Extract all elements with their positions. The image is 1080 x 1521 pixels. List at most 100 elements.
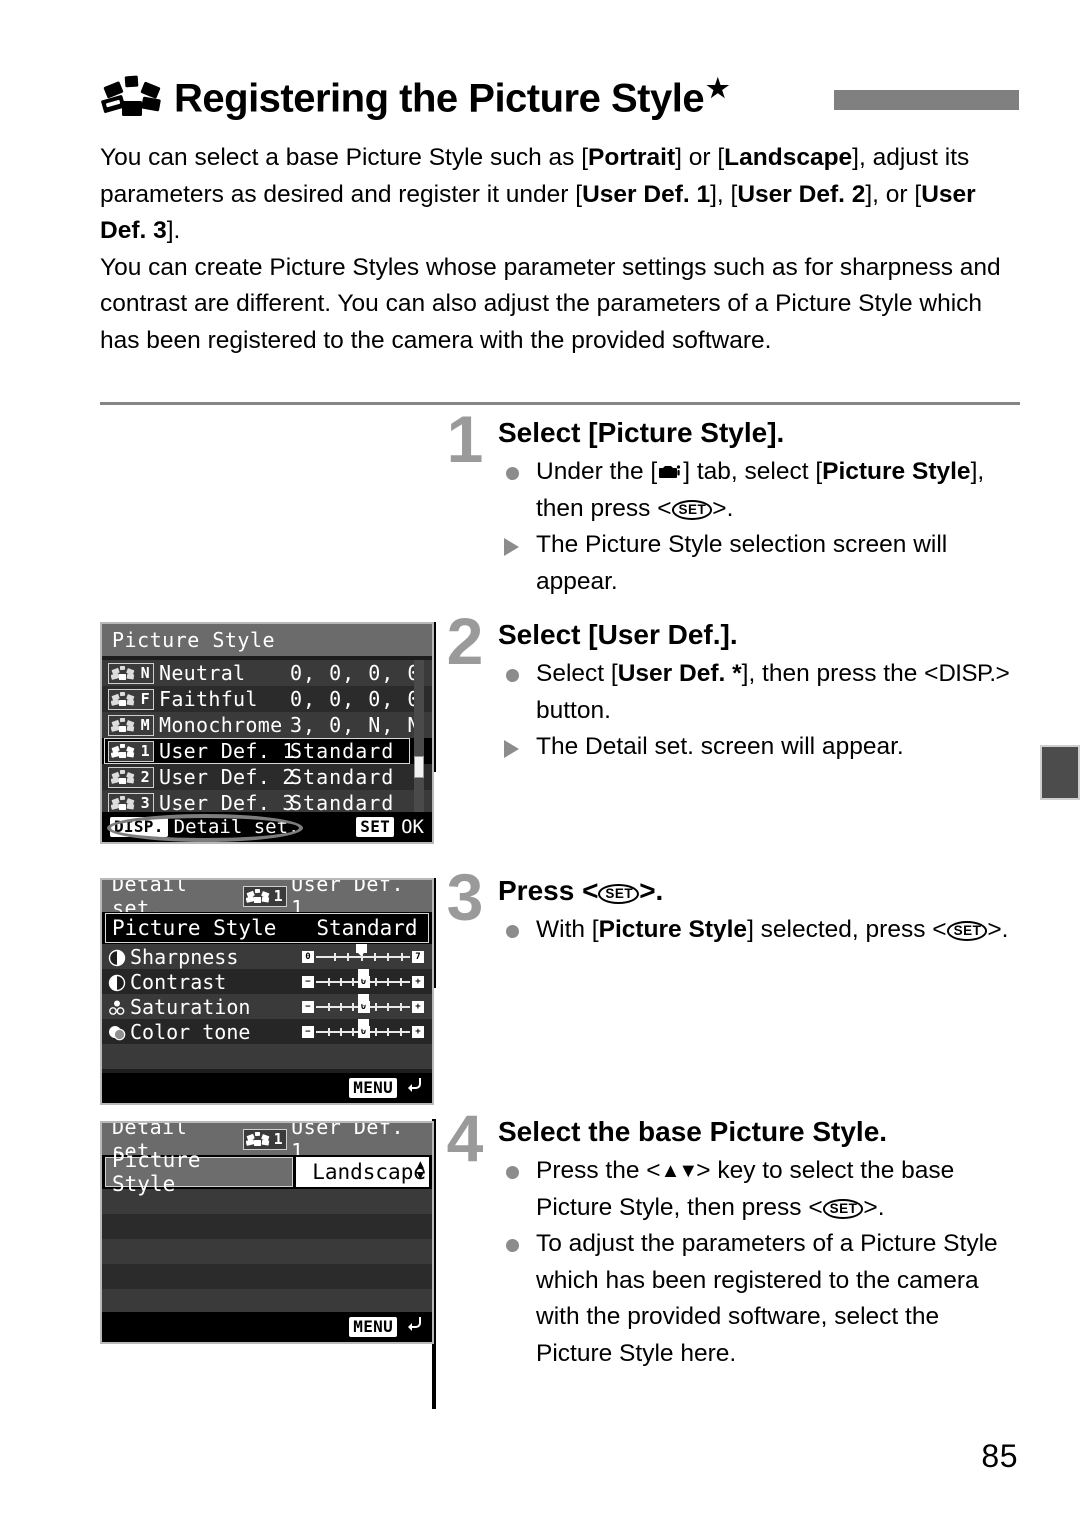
- param-row-contrast[interactable]: Contrast − + 0: [102, 969, 432, 994]
- empty-row: [102, 1044, 432, 1069]
- step-1-bullet-1: Under the [] tab, select [Picture Style]…: [498, 454, 1022, 527]
- footer-label: Detail set.: [173, 816, 300, 838]
- return-arrow-icon: [404, 1315, 424, 1339]
- lcd2-title-bar: Detail set. 1 User Def. 1: [102, 880, 432, 920]
- lcd3-footer-right: MENU: [349, 1315, 424, 1339]
- sharpness-icon: [108, 948, 126, 966]
- picture-style-badge-icon: 3: [108, 792, 154, 814]
- slider-max-cap: +: [412, 976, 424, 988]
- list-item-label: Faithful: [159, 687, 258, 711]
- set-key-icon[interactable]: SET: [356, 816, 395, 838]
- list-item[interactable]: N Neutral 0, 0, 0, 0: [102, 660, 432, 686]
- page-edge-tab-marker: [1040, 745, 1080, 800]
- sharpness-slider[interactable]: 0 7: [302, 944, 424, 963]
- empty-row: [102, 1214, 432, 1239]
- picture-style-badge-icon: 1: [108, 740, 154, 762]
- picture-style-value: Standard: [316, 916, 418, 940]
- empty-row: [102, 1289, 432, 1314]
- footer-ok-label: OK: [401, 816, 424, 838]
- star-icon: ★: [706, 73, 729, 104]
- step-4-bullet-2: To adjust the parameters of a Picture St…: [498, 1226, 1022, 1372]
- intro-text: You can select a base Picture Style such…: [100, 140, 1020, 359]
- scrollbar-thumb[interactable]: [414, 756, 424, 778]
- badge-letter: M: [140, 715, 150, 734]
- step-4-body: Press the <▲▼> key to select the base Pi…: [498, 1153, 1022, 1372]
- lcd1-footer-right: SET OK: [356, 816, 424, 838]
- lcd-screenshot-picture-style-list: Picture Style N Neutral 0, 0, 0, 0 F Fai…: [100, 622, 434, 844]
- slider-min-cap: −: [302, 1001, 314, 1013]
- color-tone-slider[interactable]: − + 0: [302, 1019, 424, 1038]
- list-item-selected[interactable]: 1 User Def. 1 Standard: [102, 738, 432, 764]
- param-row-saturation[interactable]: Saturation − + 0: [102, 994, 432, 1019]
- picture-style-label: Picture Style: [112, 916, 277, 940]
- list-item-value: 0, 0, 0, 0: [290, 661, 421, 685]
- badge-letter: 3: [140, 793, 150, 812]
- param-row-color-tone[interactable]: Color tone − + 0: [102, 1019, 432, 1044]
- slider-marker: [358, 994, 370, 1006]
- badge-letter: 1: [273, 886, 284, 905]
- lcd1-footer: DISP. Detail set. SET OK: [102, 812, 432, 842]
- disp-button-icon: DISP.: [938, 660, 996, 687]
- spinner-down-icon[interactable]: ▼: [417, 1169, 424, 1181]
- lcd-screenshot-detail-set-landscape: Detail set. 1 User Def. 1 Picture Style …: [100, 1121, 434, 1344]
- bullet-dot-icon: [506, 925, 519, 938]
- page-title: Registering the Picture Style★: [174, 73, 729, 121]
- picture-style-value: Landscape: [312, 1160, 426, 1184]
- menu-key-icon[interactable]: MENU: [349, 1077, 397, 1099]
- param-label: Sharpness: [130, 944, 239, 969]
- page-number: 85: [981, 1438, 1018, 1474]
- spinner-icon[interactable]: ▲ ▼: [417, 1158, 424, 1181]
- step-1-bullet-2: The Picture Style selection screen will …: [498, 527, 1022, 600]
- step-2-body: Select [User Def. *], then press the <DI…: [498, 656, 1022, 766]
- disp-key-icon[interactable]: DISP.: [110, 816, 168, 838]
- list-item[interactable]: F Faithful 0, 0, 0, 0: [102, 686, 432, 712]
- manual-page: Registering the Picture Style★ You can s…: [0, 0, 1080, 1521]
- picture-style-label: Picture Style: [112, 1148, 201, 1196]
- param-row-sharpness[interactable]: Sharpness 0 7: [102, 944, 432, 969]
- slider-max-cap: +: [412, 1026, 424, 1038]
- menu-key-icon[interactable]: MENU: [349, 1316, 397, 1338]
- picture-style-row-selected[interactable]: Picture Style Standard: [102, 912, 432, 944]
- param-label: Contrast: [130, 969, 227, 994]
- return-arrow-icon: [404, 1076, 424, 1100]
- param-label: Saturation: [130, 994, 251, 1019]
- bullet-dot-icon: [506, 669, 519, 682]
- lcd2-footer-right: MENU: [349, 1076, 424, 1100]
- scrollbar[interactable]: [414, 660, 424, 812]
- step-4-bullet-1: Press the <▲▼> key to select the base Pi…: [498, 1153, 1022, 1226]
- lcd3-footer: MENU: [102, 1312, 432, 1342]
- picture-style-list: N Neutral 0, 0, 0, 0 F Faithful 0, 0, 0,…: [102, 656, 432, 816]
- picture-style-icon: [100, 75, 162, 119]
- step-2-bullet-2: The Detail set. screen will appear.: [498, 729, 1022, 766]
- picture-style-badge-icon: M: [108, 714, 154, 736]
- step-2-heading: Select [User Def.].: [498, 619, 738, 650]
- intro-paragraph-1: You can select a base Picture Style such…: [100, 144, 976, 244]
- picture-style-badge-icon: 1: [243, 1128, 288, 1150]
- picture-style-badge-icon: F: [108, 688, 154, 710]
- picture-style-badge-icon: 1: [243, 885, 288, 907]
- step-1-number: 1: [446, 402, 484, 476]
- list-item-label: User Def. 2: [159, 765, 295, 789]
- slider-min-cap: 0: [302, 951, 314, 963]
- result-arrow-icon: [504, 538, 519, 556]
- bullet-dot-icon: [506, 1239, 519, 1252]
- list-item[interactable]: 2 User Def. 2 Standard: [102, 764, 432, 790]
- list-item[interactable]: M Monochrome 3, 0, N, N: [102, 712, 432, 738]
- list-item-label: Neutral: [159, 661, 246, 685]
- saturation-slider[interactable]: − + 0: [302, 994, 424, 1013]
- slider-track: [316, 956, 410, 958]
- badge-letter: N: [140, 663, 150, 682]
- contrast-slider[interactable]: − + 0: [302, 969, 424, 988]
- badge-letter: 2: [140, 767, 150, 786]
- slider-marker: [358, 969, 370, 981]
- step-2-bullet-1: Select [User Def. *], then press the <DI…: [498, 656, 1022, 729]
- step-2: 2 Select [User Def.]. Select [User Def. …: [432, 608, 1022, 776]
- intro-paragraph-2: You can create Picture Styles whose para…: [100, 253, 1001, 354]
- contrast-icon: [108, 973, 126, 991]
- saturation-icon: [108, 998, 126, 1016]
- slider-marker: [358, 1019, 370, 1031]
- step-2-number: 2: [446, 604, 484, 678]
- step-3-heading: Press < SET >.: [498, 875, 664, 906]
- picture-style-dropdown[interactable]: Picture Style Landscape ▲ ▼: [102, 1148, 432, 1196]
- step-3-number: 3: [446, 860, 484, 934]
